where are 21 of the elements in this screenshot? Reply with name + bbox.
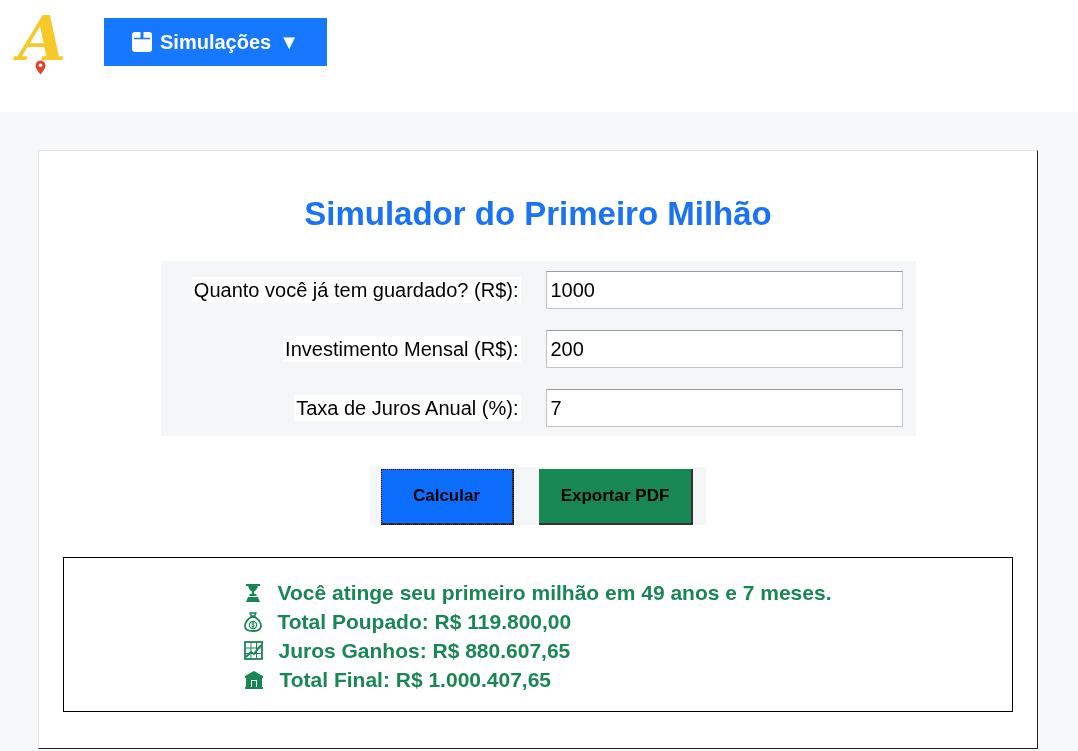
- chart-icon: [244, 641, 264, 660]
- field-label: Quanto você já tem guardado? (R$):: [191, 277, 521, 303]
- input-field[interactable]: 200: [545, 330, 903, 368]
- calculate-button[interactable]: Calcular: [381, 469, 514, 525]
- logo: A: [12, 4, 72, 80]
- simulations-menu-button[interactable]: Simulações ▼: [104, 18, 327, 66]
- result-line: Juros Ganhos: R$ 880.607,65: [278, 637, 571, 664]
- page-title: Simulador do Primeiro Milhão: [304, 195, 772, 233]
- bank-icon: [244, 670, 265, 689]
- export-button[interactable]: Exportar PDF: [539, 469, 693, 525]
- trophy-icon: [244, 582, 263, 603]
- result-line: Você atinge seu primeiro milhão em 49 anos e 7 meses.: [277, 579, 832, 606]
- input-field[interactable]: 1000: [545, 271, 903, 309]
- field-label: Taxa de Juros Anual (%):: [294, 395, 521, 421]
- map-pin-icon: [35, 60, 46, 75]
- money-bag-icon: [244, 611, 263, 632]
- input-field[interactable]: 7: [545, 389, 903, 427]
- package-icon: [132, 32, 152, 52]
- result-line: Total Final: R$ 1.000.407,65: [279, 666, 552, 693]
- result-line: Total Poupado: R$ 119.800,00: [277, 608, 572, 635]
- field-label: Investimento Mensal (R$):: [283, 336, 521, 362]
